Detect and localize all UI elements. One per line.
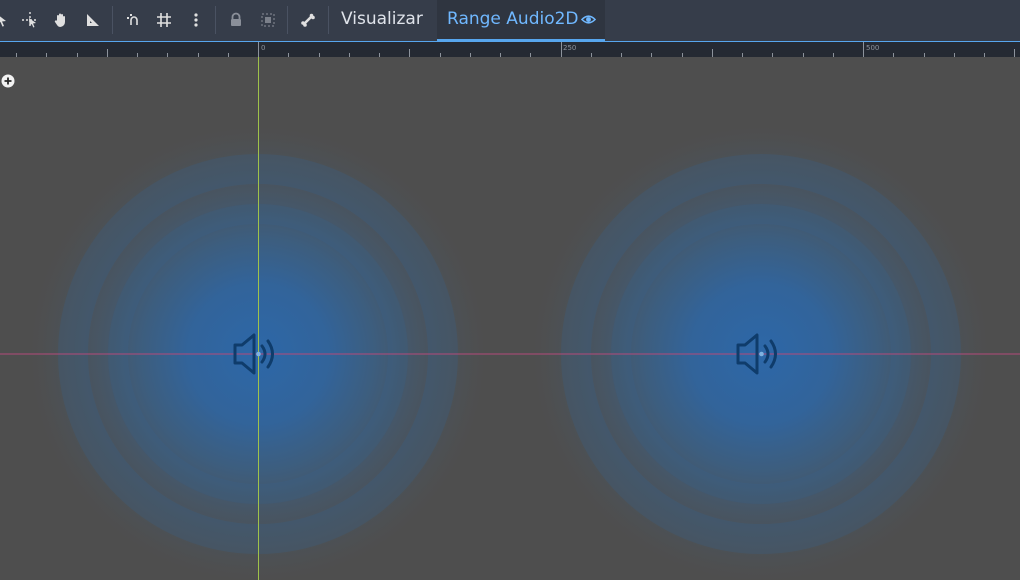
horizontal-ruler[interactable]: 0 250 500 <box>0 42 1020 57</box>
viewport-world <box>0 57 1020 580</box>
ruler-ticks: 0 250 500 <box>16 42 1015 57</box>
viewport-2d[interactable] <box>0 57 1020 580</box>
ruler-label-0: 0 <box>261 44 265 52</box>
smart-snap-icon[interactable] <box>121 8 145 32</box>
lock-icon[interactable] <box>224 8 248 32</box>
toolbar-separator <box>215 6 216 34</box>
toolbar-separator <box>112 6 113 34</box>
range-audio2d-tab[interactable]: Range Audio2D <box>437 0 605 41</box>
toolbar-separator <box>287 6 288 34</box>
grid-snap-icon[interactable] <box>152 8 176 32</box>
ruler-label-500: 500 <box>866 44 879 52</box>
range-audio2d-tab-label: Range Audio2D <box>447 9 579 29</box>
audio-range-right <box>526 119 996 580</box>
ruler-icon[interactable] <box>81 8 105 32</box>
bone-icon[interactable] <box>296 8 320 32</box>
view-menu-button[interactable]: Visualizar <box>341 9 423 29</box>
pan-icon[interactable] <box>49 8 73 32</box>
more-options-icon[interactable] <box>184 8 208 32</box>
canvas-toolbar: Visualizar Range Audio2D <box>0 0 1020 41</box>
eye-icon[interactable] <box>580 12 597 31</box>
zoom-reset-plus-icon[interactable] <box>1 73 15 92</box>
group-icon[interactable] <box>256 8 280 32</box>
select-icon[interactable] <box>0 8 14 32</box>
ruler-label-250: 250 <box>563 44 576 52</box>
toolbar-separator <box>328 6 329 34</box>
move-icon[interactable] <box>18 8 42 32</box>
